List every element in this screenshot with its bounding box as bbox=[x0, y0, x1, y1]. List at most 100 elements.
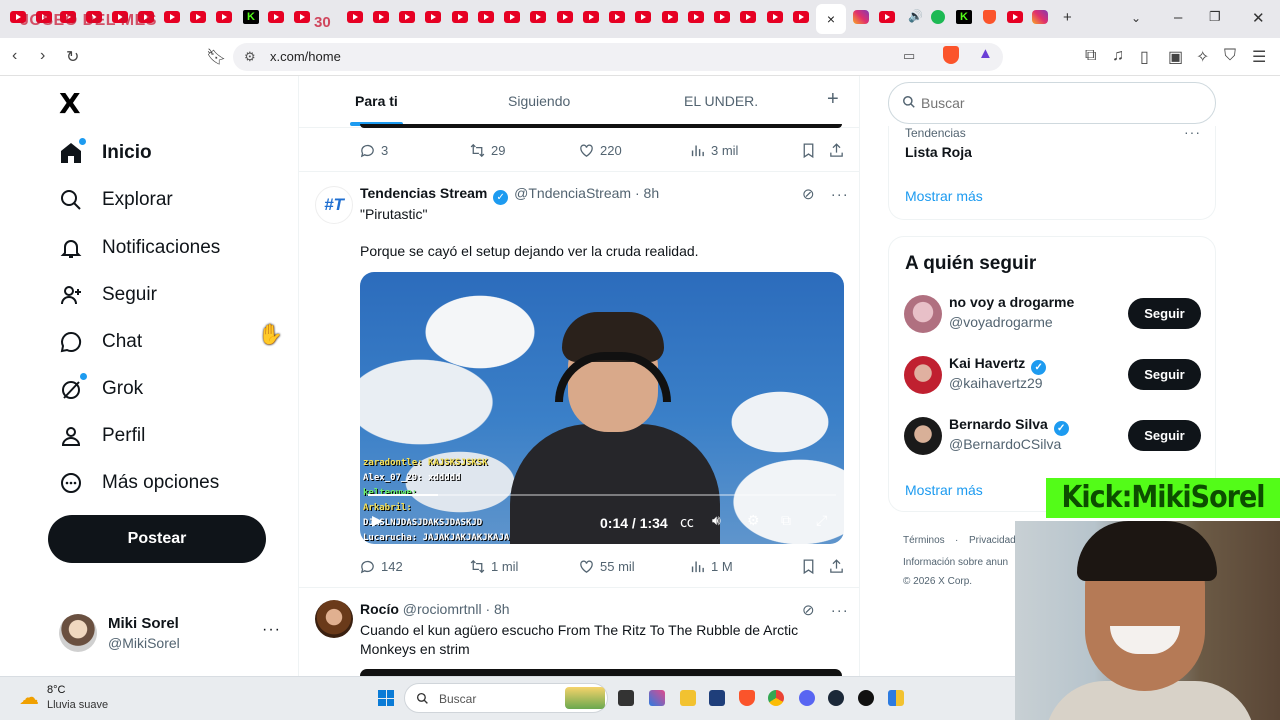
brave-tab-icon[interactable] bbox=[983, 10, 996, 24]
suggestion-name[interactable]: Bernardo Silva ✓ bbox=[949, 416, 1071, 436]
sidebar-icon[interactable]: ▯ bbox=[1140, 47, 1149, 67]
brave-rewards-icon[interactable]: ▲ bbox=[978, 45, 993, 62]
obs-taskbar-icon[interactable] bbox=[858, 690, 874, 706]
widgets-icon[interactable] bbox=[649, 690, 665, 706]
youtube-tab-icon[interactable] bbox=[583, 11, 599, 23]
close-window-icon[interactable]: ✕ bbox=[1252, 9, 1265, 27]
chrome-taskbar-icon[interactable] bbox=[768, 690, 784, 706]
footer-privacy-link[interactable]: Privacidad bbox=[969, 535, 1016, 546]
search-box[interactable] bbox=[888, 82, 1216, 124]
cast-icon[interactable]: ▭ bbox=[903, 48, 915, 64]
author-handle[interactable]: @TndenciaStream bbox=[514, 185, 631, 201]
follow-button[interactable]: Seguir bbox=[1128, 298, 1201, 329]
steam-taskbar-icon[interactable] bbox=[828, 690, 844, 706]
tab-siguiendo[interactable]: Siguiendo bbox=[508, 93, 570, 109]
youtube-tab-icon[interactable] bbox=[347, 11, 363, 23]
discord-taskbar-icon[interactable] bbox=[799, 690, 815, 706]
spotify-tab-icon[interactable] bbox=[931, 10, 945, 24]
repost-button[interactable]: 1 mil bbox=[469, 558, 518, 575]
captions-icon[interactable]: ㏄ bbox=[680, 512, 694, 532]
extensions-icon[interactable]: ⧉ bbox=[1085, 47, 1096, 65]
youtube-tab-icon[interactable] bbox=[879, 11, 895, 23]
follow-button[interactable]: Seguir bbox=[1128, 359, 1201, 390]
menu-icon[interactable]: ☰ bbox=[1252, 47, 1266, 67]
youtube-tab-icon[interactable] bbox=[399, 11, 415, 23]
more-icon[interactable]: ··· bbox=[1184, 124, 1201, 140]
views-button[interactable]: 1 M bbox=[689, 558, 733, 575]
trend-name[interactable]: Lista Roja bbox=[905, 144, 972, 160]
youtube-tab-icon[interactable] bbox=[216, 11, 232, 23]
sidebar-item-inicio[interactable]: Inicio bbox=[58, 133, 152, 173]
add-tab-button[interactable]: + bbox=[827, 88, 839, 111]
share-button[interactable] bbox=[828, 558, 845, 575]
youtube-tab-icon[interactable] bbox=[688, 11, 704, 23]
tab-para-ti[interactable]: Para ti bbox=[355, 93, 398, 109]
forward-icon[interactable]: › bbox=[40, 47, 45, 65]
youtube-tab-icon[interactable] bbox=[373, 11, 389, 23]
more-icon[interactable]: ··· bbox=[831, 186, 849, 203]
avatar[interactable] bbox=[904, 417, 942, 455]
views-button[interactable]: 3 mil bbox=[689, 142, 738, 159]
taskbar-search[interactable]: Buscar bbox=[404, 683, 608, 713]
file-explorer-icon[interactable] bbox=[680, 690, 696, 706]
sidebar-item-seguir[interactable]: Seguir bbox=[58, 275, 157, 315]
tab-el-under[interactable]: EL UNDER. bbox=[684, 93, 758, 109]
leo-ai-icon[interactable]: ✧ bbox=[1196, 47, 1209, 67]
footer-ads-link[interactable]: Información sobre anun bbox=[903, 557, 1008, 568]
author-name[interactable]: Rocío bbox=[360, 601, 399, 617]
tweet-media[interactable] bbox=[360, 669, 842, 676]
x-logo[interactable]: X bbox=[59, 87, 81, 120]
minimize-icon[interactable]: – bbox=[1174, 9, 1182, 26]
follow-suggestion[interactable]: no voy a drogarme @voyadrogarme Seguir bbox=[889, 293, 1217, 337]
sidebar-item-perfil[interactable]: Perfil bbox=[58, 416, 145, 456]
reload-icon[interactable]: ↻ bbox=[66, 47, 79, 67]
volume-icon[interactable]: 🔊︎ bbox=[712, 512, 721, 529]
like-button[interactable]: 220 bbox=[578, 142, 622, 159]
more-icon[interactable]: ··· bbox=[262, 621, 281, 639]
wallet-icon[interactable]: ▣ bbox=[1168, 47, 1183, 67]
avatar[interactable]: #T bbox=[315, 186, 353, 224]
settings-icon[interactable]: ⚙ bbox=[747, 512, 760, 529]
weather-description[interactable]: Lluvia suave bbox=[47, 699, 108, 711]
show-more-link[interactable]: Mostrar más bbox=[905, 188, 983, 204]
youtube-tab-icon[interactable] bbox=[190, 11, 206, 23]
suggestion-name[interactable]: no voy a drogarme bbox=[949, 294, 1074, 310]
avatar[interactable] bbox=[315, 600, 353, 638]
show-more-link[interactable]: Mostrar más bbox=[905, 482, 983, 498]
brave-shield-icon[interactable] bbox=[943, 46, 959, 64]
post-button[interactable]: Postear bbox=[48, 515, 266, 563]
sidebar-item-mas-opciones[interactable]: Más opciones bbox=[58, 463, 219, 503]
youtube-tab-icon[interactable] bbox=[793, 11, 809, 23]
follow-button[interactable]: Seguir bbox=[1128, 420, 1201, 451]
tweet-time[interactable]: 8h bbox=[644, 185, 660, 201]
youtube-tab-icon[interactable] bbox=[425, 11, 441, 23]
sidebar-item-notificaciones[interactable]: Notificaciones bbox=[58, 228, 220, 268]
follow-suggestion[interactable]: Kai Havertz ✓ @kaihavertz29 Seguir bbox=[889, 354, 1217, 398]
youtube-tab-icon[interactable] bbox=[662, 11, 678, 23]
sidebar-item-explorar[interactable]: Explorar bbox=[58, 180, 173, 220]
youtube-tab-icon[interactable] bbox=[557, 11, 573, 23]
reply-button[interactable]: 142 bbox=[359, 558, 403, 575]
app-taskbar-icon[interactable] bbox=[888, 690, 904, 706]
grok-icon[interactable]: ⊘ bbox=[802, 602, 815, 619]
youtube-tab-icon[interactable] bbox=[609, 11, 625, 23]
avatar[interactable] bbox=[904, 295, 942, 333]
footer-terms-link[interactable]: Términos bbox=[903, 535, 945, 546]
author-name[interactable]: Tendencias Stream bbox=[360, 185, 487, 201]
store-icon[interactable] bbox=[709, 690, 725, 706]
suggestion-name[interactable]: Kai Havertz ✓ bbox=[949, 355, 1048, 375]
search-input[interactable] bbox=[921, 95, 1181, 111]
avatar[interactable] bbox=[904, 356, 942, 394]
youtube-tab-icon[interactable] bbox=[714, 11, 730, 23]
speaker-tab-icon[interactable]: 🔊 bbox=[908, 9, 924, 23]
youtube-tab-icon[interactable] bbox=[164, 11, 180, 23]
youtube-tab-icon[interactable] bbox=[740, 11, 756, 23]
url-bar[interactable]: ⚙︎ x.com/home ▭ ▲ bbox=[233, 43, 1003, 71]
instagram-tab-icon[interactable] bbox=[853, 10, 869, 24]
new-tab-button[interactable]: + bbox=[1063, 9, 1072, 26]
account-switcher[interactable]: Miki Sorel @MikiSorel ··· bbox=[59, 612, 284, 656]
more-icon[interactable]: ··· bbox=[831, 602, 849, 619]
chevron-down-icon[interactable]: ⌄ bbox=[1131, 11, 1141, 25]
video-progress-bar[interactable] bbox=[368, 494, 836, 496]
youtube-tab-icon[interactable] bbox=[767, 11, 783, 23]
